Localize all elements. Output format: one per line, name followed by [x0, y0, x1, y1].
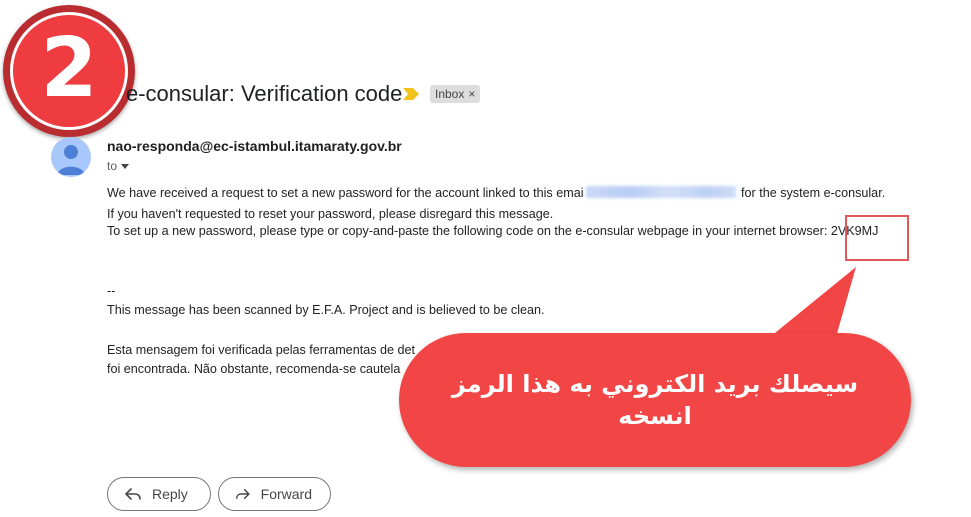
redacted-email-link[interactable]: [585, 186, 736, 198]
portuguese-notice-line-1: Esta mensagem foi verificada pelas ferra…: [107, 343, 416, 357]
signature-separator: --: [107, 284, 116, 298]
forward-arrow-icon: [236, 488, 250, 500]
callout-line-2: انسخه: [618, 402, 692, 430]
reply-button[interactable]: Reply: [107, 477, 211, 511]
code-highlight-box: [845, 215, 909, 261]
portuguese-notice-line-2: foi encontrada. Não obstante, recomenda-…: [107, 362, 401, 376]
inbox-label-text: Inbox: [435, 87, 465, 101]
recipient-details-toggle[interactable]: to: [107, 159, 130, 173]
body-line-3: To set up a new password, please type or…: [107, 224, 879, 238]
step-number: 2: [40, 21, 98, 116]
reply-arrow-icon: [125, 488, 141, 500]
caret-down-icon[interactable]: [121, 164, 130, 169]
inbox-label-chip[interactable]: Inbox ×: [430, 85, 481, 103]
scan-notice: This message has been scanned by E.F.A. …: [107, 303, 545, 317]
email-subject: e-consular: Verification code: [126, 81, 403, 106]
to-label: to: [107, 159, 118, 173]
callout-line-1: سيصلك بريد الكتروني به هذا الرمز: [451, 369, 859, 398]
forward-label: Forward: [260, 486, 312, 502]
important-marker-icon[interactable]: [402, 87, 420, 101]
reply-label: Reply: [152, 486, 188, 502]
body-line-2: If you haven't requested to reset your p…: [107, 207, 554, 221]
forward-button[interactable]: Forward: [218, 477, 331, 511]
sender-address[interactable]: nao-responda@ec-istambul.itamaraty.gov.b…: [107, 138, 402, 154]
remove-label-icon[interactable]: ×: [468, 87, 475, 101]
body-line-1: We have received a request to set a new …: [107, 186, 886, 200]
person-avatar-icon[interactable]: [51, 137, 91, 177]
instruction-callout: سيصلك بريد الكتروني به هذا الرمز انسخه: [399, 333, 911, 467]
step-number-badge: 2: [3, 5, 135, 137]
